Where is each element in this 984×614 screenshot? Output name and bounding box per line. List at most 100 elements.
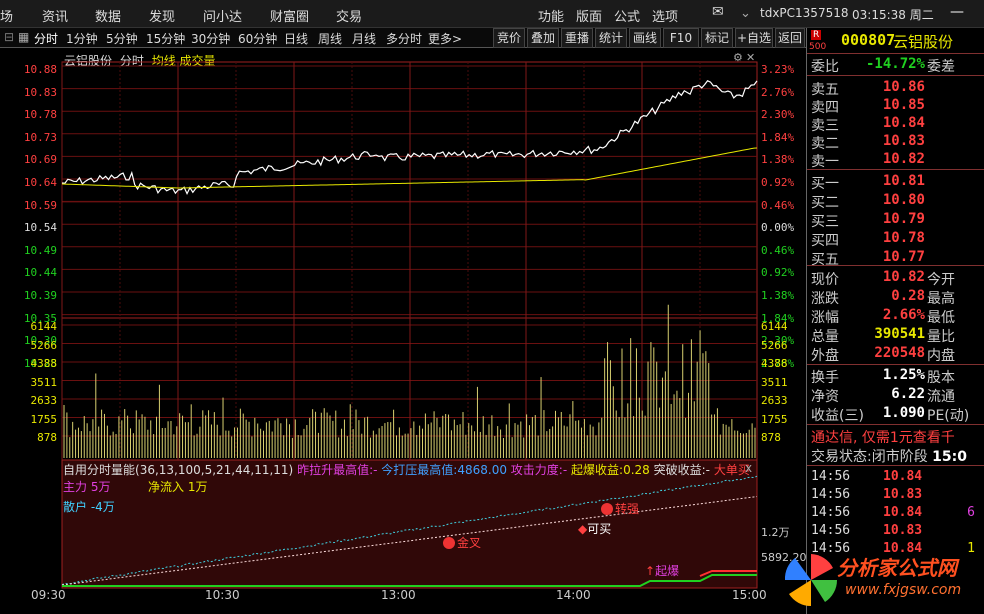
status-value: 闭市阶段 xyxy=(871,449,928,465)
menu-item-wealth-circle[interactable]: 财富圈 xyxy=(270,6,309,25)
status-label: 交易状态: xyxy=(811,449,872,465)
divider xyxy=(807,465,984,466)
tool-stats[interactable]: 统计 xyxy=(595,28,627,48)
period-30min[interactable]: 30分钟 xyxy=(191,30,230,47)
trade-time: 14:56 xyxy=(811,505,851,520)
bid-row[interactable]: 买四 10.78 xyxy=(807,230,984,249)
trade-price: 10.84 xyxy=(883,505,923,520)
vol-tick-left: 4388 xyxy=(30,357,58,370)
ask-price: 10.84 xyxy=(882,115,925,131)
ask-label: 卖一 xyxy=(811,154,839,170)
tool-back[interactable]: 返回 xyxy=(775,28,805,48)
grid-icon[interactable]: ▦ xyxy=(18,30,29,44)
weibi-value: -14.72% xyxy=(865,56,925,72)
dropdown-icon[interactable]: ⌄ xyxy=(740,6,751,21)
period-week[interactable]: 周线 xyxy=(318,30,342,47)
quote-label-2: 股本 xyxy=(927,370,955,386)
period-60min[interactable]: 60分钟 xyxy=(238,30,277,47)
ad-banner[interactable]: 通达信, 仅需1元查看千 xyxy=(811,427,955,447)
ask-price: 10.82 xyxy=(882,151,925,167)
signal-strengthen: 转强 xyxy=(601,500,639,517)
chart-icon[interactable]: ⊟ xyxy=(4,30,14,44)
status-time: 15:0 xyxy=(932,449,967,465)
tool-overlay[interactable]: 叠加 xyxy=(527,28,559,48)
rzrq-badge: R xyxy=(811,30,822,40)
ask-row[interactable]: 卖四 10.85 xyxy=(807,97,984,116)
arrow-up-icon: ↑ xyxy=(645,564,656,578)
price-tick: 10.78 xyxy=(23,108,57,122)
ask-row[interactable]: 卖三 10.84 xyxy=(807,115,984,134)
tool-mark[interactable]: 标记 xyxy=(701,28,733,48)
ask-price: 10.83 xyxy=(882,133,925,149)
menu-item-layout[interactable]: 版面 xyxy=(576,6,602,25)
tool-draw[interactable]: 画线 xyxy=(629,28,661,48)
menu-item-trade[interactable]: 交易 xyxy=(336,6,362,25)
period-5min[interactable]: 5分钟 xyxy=(106,30,138,47)
divider xyxy=(807,53,984,54)
bid-row[interactable]: 买一 10.81 xyxy=(807,173,984,192)
weicha-label: 委差 xyxy=(927,59,955,75)
minimize-icon[interactable]: — xyxy=(950,4,964,20)
signal-golden-cross-label: 金叉 xyxy=(457,536,482,550)
menu-item-options[interactable]: 选项 xyxy=(652,6,678,25)
vol-tick-left: 878 xyxy=(37,431,57,444)
mail-icon[interactable]: ✉ xyxy=(712,4,724,20)
bid-price: 10.77 xyxy=(882,249,925,265)
quote-value: 220548 xyxy=(874,345,925,361)
bid-row[interactable]: 买三 10.79 xyxy=(807,211,984,230)
menu-item-formula[interactable]: 公式 xyxy=(614,6,640,25)
tool-auction[interactable]: 竞价 xyxy=(493,28,525,48)
period-month[interactable]: 月线 xyxy=(352,30,376,47)
menu-item-discover[interactable]: 发现 xyxy=(149,6,175,25)
bid-label: 买五 xyxy=(811,252,839,268)
indicator-params: (36,13,100,5,21,44,11,11) xyxy=(135,463,294,477)
quote-row: 总量 390541 量比 xyxy=(807,326,984,345)
vol-tick-right: 2633 xyxy=(761,394,788,407)
period-intraday[interactable]: 分时 xyxy=(34,30,58,47)
vol-tick-right: 3511 xyxy=(761,375,788,389)
vol-tick-left: 3511 xyxy=(30,375,58,389)
quote-value: 390541 xyxy=(874,326,925,342)
ask-row[interactable]: 卖二 10.83 xyxy=(807,133,984,152)
menu-item-market[interactable]: 场 xyxy=(0,6,13,25)
tool-replay[interactable]: 重播 xyxy=(561,28,593,48)
menu-item-wenxiaoda[interactable]: 问小达 xyxy=(203,6,242,25)
signal-buy: ◆可买 xyxy=(578,520,611,537)
period-1min[interactable]: 1分钟 xyxy=(66,30,98,47)
quote-row: 净资 6.22 流通 xyxy=(807,386,984,405)
quote-row: 涨幅 2.66% 最低 xyxy=(807,307,984,326)
indicator-close-icon[interactable]: x xyxy=(745,461,752,475)
bid-price: 10.79 xyxy=(882,211,925,227)
indicator-t4: 4868.00 xyxy=(457,463,507,477)
bid-row[interactable]: 买二 10.80 xyxy=(807,192,984,211)
indicator-t8: 0.28 xyxy=(623,463,650,477)
period-15min[interactable]: 15分钟 xyxy=(146,30,185,47)
tool-f10[interactable]: F10 xyxy=(663,28,699,48)
intraday-chart[interactable] xyxy=(0,48,806,614)
period-multi-intraday[interactable]: 多分时 xyxy=(386,30,422,47)
quote-label: 涨幅 xyxy=(811,310,839,326)
quote-row: 换手 1.25% 股本 xyxy=(807,367,984,386)
period-more[interactable]: 更多> xyxy=(428,30,462,47)
menu-item-data[interactable]: 数据 xyxy=(95,6,121,25)
pct-tick: 0.92% xyxy=(761,176,795,189)
logo: 分析家公式网 www.fxjgsw.com xyxy=(781,546,981,612)
period-day[interactable]: 日线 xyxy=(284,30,308,47)
signal-breakout: ↑起爆 xyxy=(645,562,679,579)
quote-label: 外盘 xyxy=(811,348,839,364)
signal-golden-cross: 金叉 xyxy=(443,534,481,551)
pct-tick: 3.23% xyxy=(761,63,795,76)
indicator-zhuli: 主力 5万 xyxy=(63,480,111,494)
trade-time: 14:56 xyxy=(811,469,851,484)
menu-item-function[interactable]: 功能 xyxy=(538,6,564,25)
divider xyxy=(807,265,984,266)
quote-label-2: PE(动) xyxy=(927,408,970,424)
indicator-t9: 突破收益: xyxy=(653,463,706,477)
menu-item-news[interactable]: 资讯 xyxy=(42,6,68,25)
tool-add-watchlist[interactable]: +自选 xyxy=(735,28,773,48)
logo-url: www.fxjgsw.com xyxy=(845,582,962,598)
time-label-0930: 09:30 xyxy=(31,588,66,602)
ask-row[interactable]: 卖五 10.86 xyxy=(807,79,984,98)
indicator-t3: 今打压最高值: xyxy=(381,463,458,477)
ask-row[interactable]: 卖一 10.82 xyxy=(807,151,984,170)
